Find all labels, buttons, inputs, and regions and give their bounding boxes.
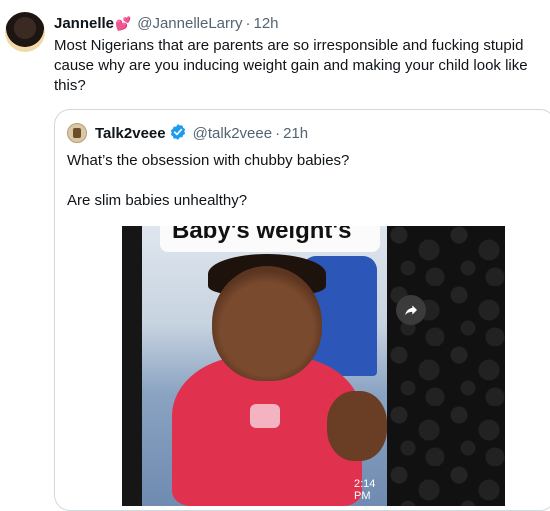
tweet-time[interactable]: 12h <box>254 15 279 32</box>
quoted-author-name[interactable]: Talk2veee <box>95 125 166 142</box>
quoted-tweet-header: Talk2veee @talk2veee · 21h <box>95 123 308 147</box>
media-video[interactable]: Baby's weight's 2:14 PM <box>122 226 505 506</box>
share-arrow-icon[interactable] <box>396 295 426 325</box>
quoted-tweet-text: What’s the obsession with chubby babies?… <box>67 151 349 211</box>
separator: · <box>275 125 281 142</box>
video-timestamp: 2:14 PM <box>354 478 376 502</box>
tweet-header: Jannelle💕 @JannelleLarry · 12h <box>54 14 279 34</box>
author-avatar[interactable] <box>5 12 45 52</box>
video-background-pattern <box>387 226 505 506</box>
video-caption: Baby's weight's <box>160 226 380 252</box>
heart-emoji-icon: 💕 <box>115 16 132 31</box>
adult-arm-shape <box>327 391 387 461</box>
baby-head-shape <box>212 266 322 381</box>
tweet-text: Most Nigerians that are parents are so i… <box>54 37 528 94</box>
verified-badge-icon <box>169 123 187 147</box>
quoted-tweet-time[interactable]: 21h <box>283 125 308 142</box>
quoted-author-avatar[interactable] <box>67 123 87 143</box>
author-name[interactable]: Jannelle <box>54 15 114 32</box>
video-background-left <box>122 226 142 506</box>
separator: · <box>245 15 251 32</box>
author-handle[interactable]: @JannelleLarry <box>137 15 242 32</box>
video-frame: Baby's weight's 2:14 PM <box>142 226 387 506</box>
quoted-author-handle[interactable]: @talk2veee <box>193 125 272 142</box>
quoted-text-line-2: Are slim babies unhealthy? <box>67 192 248 209</box>
quoted-tweet[interactable]: Talk2veee @talk2veee · 21h What’s the obses… <box>54 109 550 511</box>
bib-shape <box>250 404 280 428</box>
quoted-text-line-1: What’s the obsession with chubby babies? <box>67 152 350 169</box>
